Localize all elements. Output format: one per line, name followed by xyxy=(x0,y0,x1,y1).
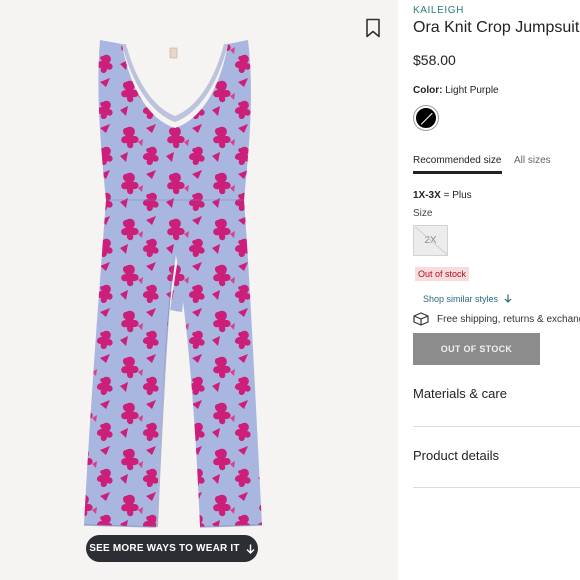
color-label: Color: xyxy=(413,85,443,96)
size-range-row: 1X-3X = Plus xyxy=(413,190,472,201)
out-of-stock-badge: Out of stock xyxy=(415,267,470,281)
product-details-panel: KAILEIGH Ora Knit Crop Jumpsuit $58.00 C… xyxy=(413,0,580,580)
tab-all-sizes[interactable]: All sizes xyxy=(514,155,551,166)
divider xyxy=(413,426,580,427)
materials-care-accordion[interactable]: Materials & care xyxy=(413,386,580,426)
size-range-suffix: = Plus xyxy=(443,190,472,201)
size-label: Size xyxy=(413,208,433,219)
package-icon xyxy=(413,312,429,326)
divider xyxy=(413,487,580,488)
shop-similar-link[interactable]: Shop similar styles xyxy=(423,294,512,304)
size-range: 1X-3X xyxy=(413,190,441,201)
tab-recommended-size[interactable]: Recommended size xyxy=(413,155,501,166)
jumpsuit-image[interactable] xyxy=(70,30,280,535)
product-image-panel: SEE MORE WAYS TO WEAR IT xyxy=(0,0,398,580)
out-of-stock-button[interactable]: OUT OF STOCK xyxy=(413,333,540,365)
size-option-2x[interactable]: 2X xyxy=(413,225,448,256)
see-more-ways-button[interactable]: SEE MORE WAYS TO WEAR IT xyxy=(86,535,258,562)
product-details-accordion[interactable]: Product details xyxy=(413,448,580,488)
product-price: $58.00 xyxy=(413,52,456,68)
shipping-text: Free shipping, returns & exchanges xyxy=(437,313,580,325)
arrow-down-icon xyxy=(246,544,255,554)
unavailable-slash xyxy=(415,226,447,255)
brand-link[interactable]: KAILEIGH xyxy=(413,5,464,16)
shop-similar-label: Shop similar styles xyxy=(423,294,499,304)
color-row: Color: Light Purple xyxy=(413,85,499,96)
shipping-info: Free shipping, returns & exchanges xyxy=(413,312,580,326)
bookmark-icon[interactable] xyxy=(365,18,381,38)
active-tab-indicator xyxy=(413,171,502,174)
color-value: Light Purple xyxy=(445,85,499,96)
size-tabs: Recommended size All sizes xyxy=(413,155,580,175)
arrow-down-icon xyxy=(504,294,511,303)
color-swatch[interactable] xyxy=(416,108,436,128)
see-more-label: SEE MORE WAYS TO WEAR IT xyxy=(89,543,240,554)
product-title: Ora Knit Crop Jumpsuit xyxy=(413,19,580,36)
